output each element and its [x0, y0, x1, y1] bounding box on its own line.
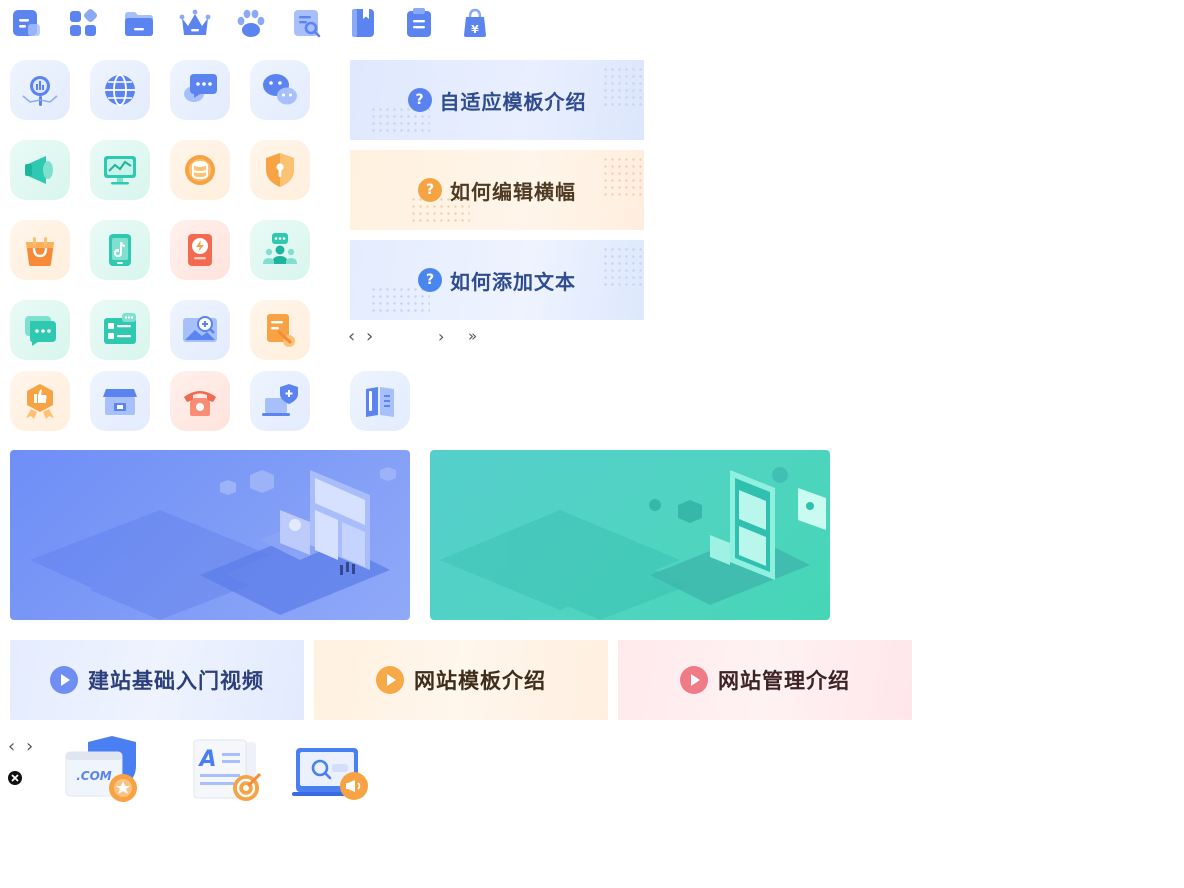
database-coin-tile[interactable]	[170, 140, 230, 200]
help-banner-label: 如何添加文本	[450, 269, 576, 294]
carousel-next-arrow[interactable]: ›	[26, 738, 33, 756]
help-banner-label: 自适应模板介绍	[439, 89, 587, 114]
help-icon: ?	[418, 178, 442, 202]
apps-grid-icon[interactable]	[66, 6, 100, 40]
isometric-phone-illustration	[440, 467, 826, 620]
search-marketing-monitor-illustration	[292, 748, 368, 800]
video-banner-label: 建站基础入门视频	[88, 669, 264, 693]
bookmark-book-icon[interactable]	[346, 6, 380, 40]
money-bag-icon[interactable]: ¥	[458, 6, 492, 40]
note-edit-tile[interactable]	[250, 300, 310, 360]
telephone-icon	[184, 391, 216, 416]
search-doc-icon[interactable]	[290, 6, 324, 40]
team-users-icon	[263, 233, 297, 264]
security-shield-icon	[266, 153, 294, 187]
carousel-prev-arrow[interactable]: ‹	[348, 328, 355, 346]
play-icon	[376, 666, 404, 694]
help-banner-adaptive-template[interactable]: ? 自适应模板介绍	[350, 60, 644, 140]
notepad-icon[interactable]	[402, 6, 436, 40]
pager-last-arrow[interactable]: »	[468, 327, 477, 345]
seo-document-target-illustration: A	[193, 739, 262, 801]
laptop-shield-tile[interactable]	[250, 371, 310, 431]
wechat-icon	[263, 74, 297, 105]
shopping-bag-tile[interactable]	[10, 220, 70, 280]
image-zoom-tile[interactable]	[170, 300, 230, 360]
monitor-chart-icon	[104, 156, 136, 185]
help-icon: ?	[418, 268, 442, 292]
team-users-tile[interactable]	[250, 220, 310, 280]
list-form-icon	[104, 313, 136, 344]
shopping-bag-icon	[26, 237, 54, 266]
monitor-chart-tile[interactable]	[90, 140, 150, 200]
award-badge-tile[interactable]	[10, 371, 70, 431]
store-icon	[103, 389, 137, 415]
help-banner-edit-banner[interactable]: ? 如何编辑横幅	[350, 150, 644, 230]
security-shield-tile[interactable]	[250, 140, 310, 200]
laptop-shield-icon	[262, 384, 298, 416]
play-icon	[50, 666, 78, 694]
list-form-tile[interactable]	[90, 300, 150, 360]
megaphone-tile[interactable]	[10, 140, 70, 200]
help-banner-label: 如何编辑横幅	[450, 179, 576, 204]
isometric-browser-illustration	[30, 467, 396, 620]
globe-icon	[105, 74, 135, 106]
illustration-banner-web-layout[interactable]	[10, 450, 410, 620]
database-coin-icon	[185, 155, 215, 185]
analytics-magnifier-icon	[22, 76, 58, 106]
book-tile[interactable]	[350, 371, 410, 431]
video-banner-site-management[interactable]: 网站管理介绍	[618, 640, 912, 720]
flash-app-tile[interactable]	[170, 220, 230, 280]
video-banner-label: 网站模板介绍	[414, 669, 546, 693]
domain-label: .COM	[76, 769, 112, 783]
play-icon	[680, 666, 708, 694]
svg-text:¥: ¥	[471, 23, 479, 36]
video-banner-site-basics[interactable]: 建站基础入门视频	[10, 640, 304, 720]
video-banner-label: 网站管理介绍	[718, 669, 850, 693]
message-tile[interactable]	[10, 300, 70, 360]
paw-icon[interactable]	[234, 6, 268, 40]
help-banner-add-text[interactable]: ? 如何添加文本	[350, 240, 644, 320]
book-icon	[366, 387, 394, 417]
doc-list-icon[interactable]	[10, 6, 44, 40]
pager-next-arrow[interactable]: ›	[438, 328, 444, 346]
image-zoom-icon	[183, 316, 217, 342]
domain-shield-illustration: .COM	[65, 736, 137, 802]
note-edit-icon	[267, 314, 295, 347]
close-icon[interactable]	[8, 771, 22, 785]
globe-tile[interactable]	[90, 60, 150, 120]
award-badge-icon	[26, 384, 54, 419]
video-banner-template-intro[interactable]: 网站模板介绍	[314, 640, 608, 720]
chat-bubbles-tile[interactable]	[170, 60, 230, 120]
telephone-tile[interactable]	[170, 371, 230, 431]
doc-letter: A	[197, 747, 216, 772]
carousel-next-arrow[interactable]: ›	[366, 328, 373, 346]
carousel-prev-arrow[interactable]: ‹	[8, 738, 15, 756]
folder-icon[interactable]	[122, 6, 156, 40]
analytics-magnifier-tile[interactable]	[10, 60, 70, 120]
message-icon	[25, 316, 56, 346]
illustration-banner-mobile[interactable]	[430, 450, 830, 620]
tiktok-phone-tile[interactable]	[90, 220, 150, 280]
crown-icon[interactable]	[178, 6, 212, 40]
help-icon: ?	[407, 88, 432, 112]
chat-bubbles-icon	[184, 74, 217, 102]
flash-app-icon	[188, 234, 212, 266]
megaphone-icon	[25, 156, 53, 184]
tiktok-phone-icon	[109, 234, 131, 266]
store-tile[interactable]	[90, 371, 150, 431]
wechat-tile[interactable]	[250, 60, 310, 120]
